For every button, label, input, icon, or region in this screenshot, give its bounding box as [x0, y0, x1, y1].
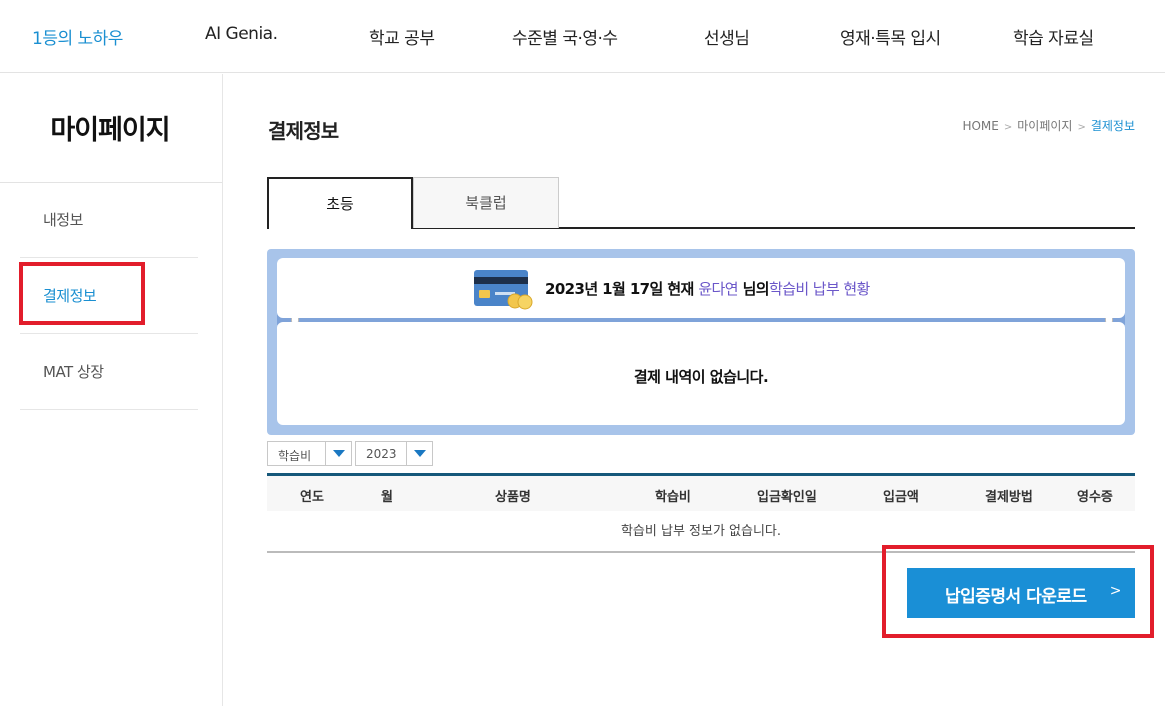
col-deposit-date: 입금확인일: [757, 490, 817, 505]
status-suffix: 님의: [742, 279, 770, 298]
status-body-card: 결제 내역이 없습니다.: [277, 322, 1125, 425]
nav-item-ai-genia[interactable]: AI Genia.: [205, 24, 278, 44]
breadcrumb-mypage[interactable]: 마이페이지: [1017, 119, 1072, 133]
nav-item-knowhow[interactable]: 1등의 노하우: [32, 24, 123, 49]
col-deposit-amount: 입금액: [883, 490, 919, 505]
col-year: 연도: [300, 490, 324, 505]
col-fee: 학습비: [655, 490, 691, 505]
payment-status-panel: 2023년 1월 17일 현재 윤다연 님의 학습비 납부 현황 결제 내역이 없…: [267, 249, 1135, 435]
chevron-down-icon: [406, 442, 432, 465]
chevron-right-icon: >: [1109, 583, 1122, 599]
col-payment-method: 결제방법: [985, 490, 1033, 505]
nav-item-gifted-admission[interactable]: 영재·특목 입시: [840, 24, 941, 49]
col-month: 월: [381, 490, 393, 505]
tab-bookclub[interactable]: 북클럽: [413, 177, 559, 228]
sidebar-title: 마이페이지: [50, 115, 170, 146]
sidebar: 마이페이지 내정보 결제정보 MAT 상장: [0, 74, 223, 706]
chevron-down-icon: [325, 442, 351, 465]
status-date-text: 2023년 1월 17일 현재: [545, 279, 694, 298]
sidebar-item-mat-award[interactable]: MAT 상장: [20, 334, 198, 410]
year-select[interactable]: 2023: [355, 441, 433, 466]
table-empty-row: 학습비 납부 정보가 없습니다.: [267, 511, 1135, 553]
status-heading: 2023년 1월 17일 현재 윤다연 님의 학습비 납부 현황: [473, 268, 870, 310]
download-button-label: 납입증명서 다운로드: [945, 587, 1087, 607]
status-header-card: 2023년 1월 17일 현재 윤다연 님의 학습비 납부 현황: [277, 258, 1125, 318]
status-user-name: 윤다연: [698, 279, 738, 298]
payment-table: 연도 월 상품명 학습비 입금확인일 입금액 결제방법 영수증 학습비 납부 정…: [267, 473, 1135, 553]
nav-item-resources[interactable]: 학습 자료실: [1013, 24, 1094, 49]
page-title: 결제정보: [268, 119, 339, 143]
nav-item-teacher[interactable]: 선생님: [704, 24, 750, 49]
credit-card-icon: [473, 268, 537, 310]
download-certificate-button[interactable]: 납입증명서 다운로드 >: [907, 568, 1135, 618]
breadcrumb-separator-icon: >: [1003, 122, 1013, 133]
no-payment-message: 결제 내역이 없습니다.: [633, 368, 769, 386]
tab-elementary[interactable]: 초등: [267, 177, 413, 229]
col-receipt: 영수증: [1077, 490, 1113, 505]
table-header: 연도 월 상품명 학습비 입금확인일 입금액 결제방법 영수증: [267, 473, 1135, 511]
year-value: 2023: [366, 447, 397, 461]
breadcrumb-home[interactable]: HOME: [962, 119, 998, 133]
breadcrumb: HOME > 마이페이지 > 결제정보: [962, 117, 1135, 134]
breadcrumb-current: 결제정보: [1090, 119, 1135, 133]
status-subject: 학습비 납부 현황: [769, 279, 870, 298]
sidebar-item-my-info[interactable]: 내정보: [20, 182, 198, 258]
fee-type-select[interactable]: 학습비: [267, 441, 352, 466]
top-nav: 1등의 노하우 AI Genia. 학교 공부 수준별 국·영·수 선생님 영재…: [0, 0, 1165, 73]
col-product: 상품명: [495, 490, 531, 505]
tab-bar: 초등 북클럽: [267, 177, 1135, 229]
sidebar-item-payment-info[interactable]: 결제정보: [20, 258, 198, 334]
nav-item-school-study[interactable]: 학교 공부: [369, 24, 435, 49]
breadcrumb-separator-icon: >: [1077, 122, 1086, 133]
nav-item-level-study[interactable]: 수준별 국·영·수: [512, 24, 618, 49]
fee-type-value: 학습비: [278, 449, 312, 463]
